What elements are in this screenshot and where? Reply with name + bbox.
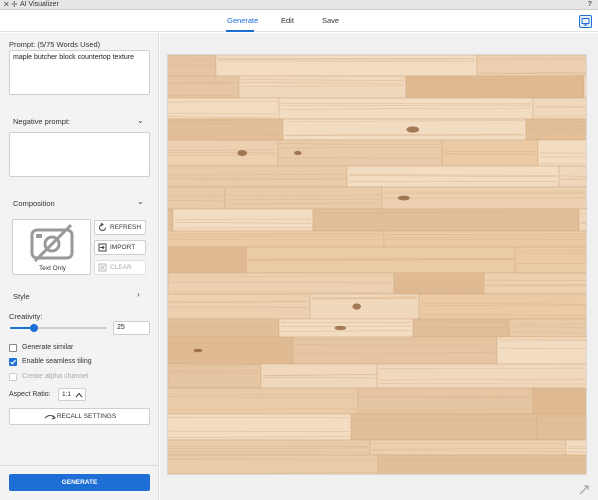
alpha-channel-label: Create alpha channel xyxy=(22,373,89,380)
divider xyxy=(0,465,159,466)
tab-generate[interactable]: Generate xyxy=(227,16,258,25)
recall-icon xyxy=(44,415,56,420)
recall-settings-button[interactable]: RECALL SETTINGS xyxy=(9,408,150,425)
generated-texture-image[interactable] xyxy=(167,54,587,475)
refresh-button[interactable]: REFRESH xyxy=(94,220,146,235)
chevron-right-icon[interactable]: › xyxy=(137,290,140,299)
alpha-channel-checkbox[interactable] xyxy=(9,373,17,381)
chevron-down-icon[interactable]: ⌄ xyxy=(137,116,144,125)
expand-icon[interactable] xyxy=(578,484,590,496)
help-icon[interactable]: ? xyxy=(588,0,592,10)
wood-texture xyxy=(168,55,586,474)
tab-bar: Generate Edit Save xyxy=(0,10,598,32)
window-title: AI Visualizer xyxy=(20,1,59,8)
close-icon[interactable]: ✕ xyxy=(3,0,10,10)
clear-icon xyxy=(98,263,107,272)
title-bar: ✕ ✛ AI Visualizer ? xyxy=(0,0,598,10)
chevron-down-icon[interactable]: ⌄ xyxy=(137,197,144,206)
creativity-label: Creativity: xyxy=(9,312,43,321)
tab-save[interactable]: Save xyxy=(322,16,339,25)
clear-label: CLEAR xyxy=(110,264,132,271)
generate-button[interactable]: GENERATE xyxy=(9,474,150,491)
seamless-tiling-label: Enable seamless tiling xyxy=(22,358,92,365)
composition-thumbnail[interactable]: Text Only xyxy=(12,219,91,275)
aspect-ratio-value: 1:1 xyxy=(62,391,72,398)
seamless-tiling-checkbox[interactable] xyxy=(9,358,17,366)
refresh-icon xyxy=(99,222,106,231)
no-image-icon xyxy=(30,223,74,263)
composition-label: Composition xyxy=(13,199,55,208)
aspect-ratio-select[interactable]: 1:1 xyxy=(58,388,86,401)
import-icon xyxy=(98,243,107,252)
chevron-up-icon xyxy=(75,392,83,398)
clear-button[interactable]: CLEAR xyxy=(94,260,146,275)
negative-prompt-input[interactable] xyxy=(9,132,150,177)
aspect-ratio-label: Aspect Ratio: xyxy=(9,391,51,398)
tab-edit[interactable]: Edit xyxy=(281,16,294,25)
import-label: IMPORT xyxy=(110,244,136,251)
prompt-label: Prompt: (5/75 Words Used) xyxy=(9,40,101,49)
prompt-input[interactable]: maple butcher block countertop texture xyxy=(9,50,150,95)
generate-similar-checkbox[interactable] xyxy=(9,344,17,352)
style-label: Style xyxy=(13,292,30,301)
import-button[interactable]: IMPORT xyxy=(94,240,146,255)
active-tab-indicator xyxy=(226,30,254,32)
pin-icon[interactable]: ✛ xyxy=(11,0,18,10)
composition-caption: Text Only xyxy=(38,265,67,272)
creativity-value-field[interactable]: 25 xyxy=(113,321,150,335)
generate-similar-label: Generate similar xyxy=(22,344,74,351)
refresh-label: REFRESH xyxy=(110,224,142,231)
monitor-icon xyxy=(581,18,590,26)
display-button[interactable] xyxy=(579,15,592,28)
checkmark-icon xyxy=(10,359,16,365)
negative-prompt-label: Negative prompt: xyxy=(13,117,71,126)
